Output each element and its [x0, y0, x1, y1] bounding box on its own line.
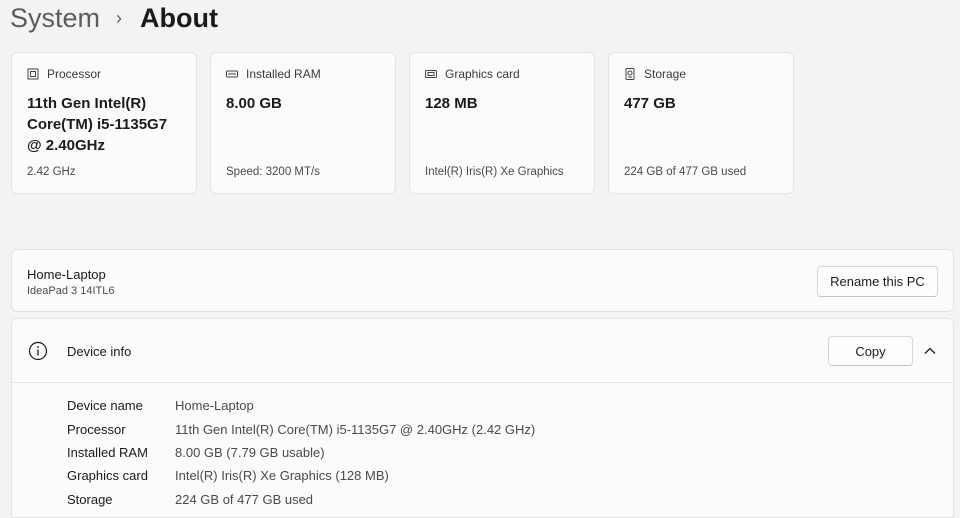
spec-sub: 224 GB of 477 GB used	[624, 166, 747, 178]
spec-sub: Intel(R) Iris(R) Xe Graphics	[425, 166, 564, 178]
device-info-header[interactable]: Device info Copy	[12, 319, 953, 383]
info-row-graphics-card: Graphics card Intel(R) Iris(R) Xe Graphi…	[67, 464, 535, 487]
info-label: Device name	[67, 398, 143, 414]
chevron-right-icon: ›	[116, 7, 123, 28]
info-label: Graphics card	[67, 468, 148, 484]
info-value: 11th Gen Intel(R) Core(TM) i5-1135G7 @ 2…	[175, 421, 536, 437]
device-info-rows: Device name Home-Laptop Processor 11th G…	[67, 394, 535, 511]
spec-value: 477 GB	[624, 95, 676, 112]
breadcrumb-system[interactable]: System	[10, 3, 100, 34]
info-row-storage: Storage 224 GB of 477 GB used	[67, 488, 535, 511]
info-label: Installed RAM	[67, 444, 148, 460]
device-info-panel: Device info Copy Device name Home-Laptop…	[11, 318, 954, 518]
spec-cards: Processor 11th Gen Intel(R) Core(TM) i5-…	[11, 52, 794, 194]
device-info-title: Device info	[67, 344, 132, 359]
spec-value: 128 MB	[425, 95, 478, 112]
info-label: Processor	[67, 421, 126, 437]
info-row-processor: Processor 11th Gen Intel(R) Core(TM) i5-…	[67, 417, 535, 440]
spec-label: Installed RAM	[246, 67, 321, 81]
storage-icon	[625, 68, 635, 80]
spec-card-ram: Installed RAM 8.00 GB Speed: 3200 MT/s	[210, 52, 396, 194]
spec-value: 8.00 GB	[226, 95, 282, 112]
spec-label: Storage	[644, 67, 687, 81]
info-icon	[28, 341, 48, 361]
info-row-device-name: Device name Home-Laptop	[67, 394, 535, 417]
rename-pc-button[interactable]: Rename this PC	[817, 266, 938, 297]
breadcrumb: System › About	[10, 0, 218, 36]
copy-button[interactable]: Copy	[828, 336, 913, 366]
chevron-up-icon[interactable]	[923, 344, 937, 358]
info-value: Home-Laptop	[175, 398, 254, 414]
spec-label: Processor	[47, 67, 102, 81]
info-value: 8.00 GB (7.79 GB usable)	[175, 444, 325, 460]
pc-name: Home-Laptop	[27, 267, 106, 282]
info-label: Storage	[67, 491, 113, 507]
info-row-installed-ram: Installed RAM 8.00 GB (7.79 GB usable)	[67, 441, 535, 464]
spec-card-storage: Storage 477 GB 224 GB of 477 GB used	[608, 52, 794, 194]
spec-value: 11th Gen Intel(R) Core(TM) i5-1135G7 @ 2…	[27, 95, 168, 154]
page-title: About	[140, 2, 218, 33]
graphics-card-icon	[425, 70, 437, 78]
pc-name-card: Home-Laptop IdeaPad 3 14ITL6 Rename this…	[11, 249, 954, 312]
pc-model: IdeaPad 3 14ITL6	[27, 285, 115, 297]
processor-icon	[27, 68, 39, 80]
spec-sub: Speed: 3200 MT/s	[226, 166, 320, 178]
info-value: Intel(R) Iris(R) Xe Graphics (128 MB)	[175, 468, 389, 484]
spec-card-processor: Processor 11th Gen Intel(R) Core(TM) i5-…	[11, 52, 197, 194]
spec-label: Graphics card	[445, 67, 520, 81]
info-value: 224 GB of 477 GB used	[175, 491, 314, 507]
ram-icon	[226, 70, 238, 78]
spec-card-graphics: Graphics card 128 MB Intel(R) Iris(R) Xe…	[409, 52, 595, 194]
spec-sub: 2.42 GHz	[27, 166, 76, 178]
